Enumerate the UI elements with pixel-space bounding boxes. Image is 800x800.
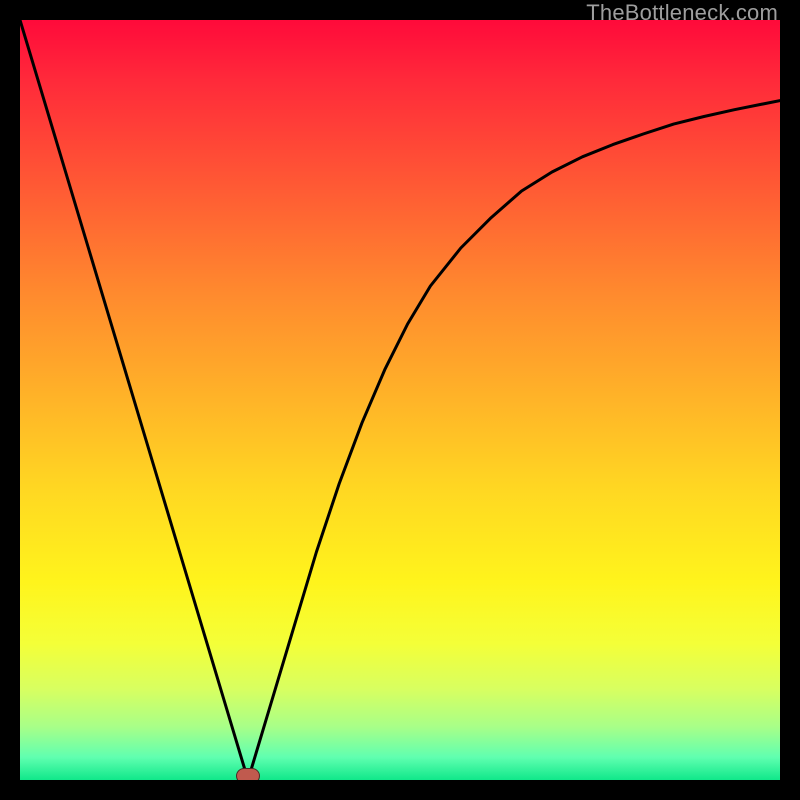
curve-line (20, 20, 780, 780)
plot-area (20, 20, 780, 780)
bottleneck-curve (20, 20, 780, 780)
watermark-label: TheBottleneck.com (586, 0, 778, 26)
chart-frame: TheBottleneck.com (0, 0, 800, 800)
minimum-marker (236, 768, 260, 780)
